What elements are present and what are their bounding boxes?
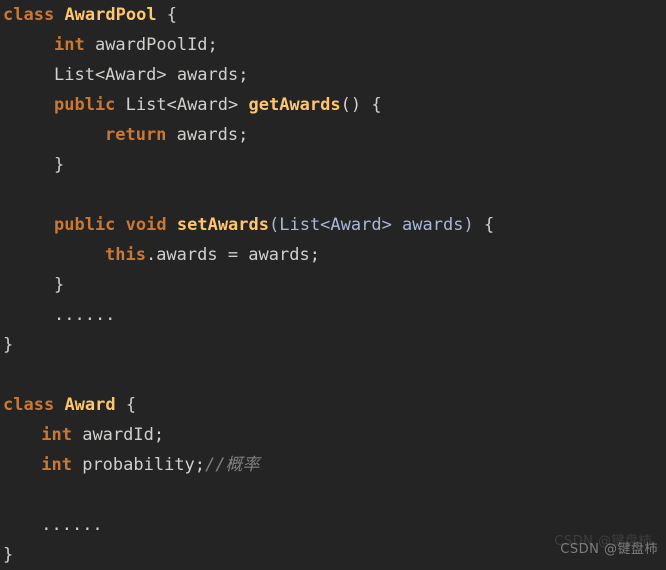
code-token-plain: }	[3, 335, 14, 355]
code-line[interactable]: return awards;	[0, 120, 666, 150]
code-token-plain: List<Award> awards;	[54, 65, 249, 85]
code-token-plain: {	[156, 5, 178, 25]
code-token-method: setAwards	[176, 215, 269, 235]
code-token-dots: ......	[54, 305, 116, 325]
code-token-keyword: public	[54, 95, 116, 115]
code-token-method: getAwards	[248, 95, 341, 115]
code-token-type: int	[41, 455, 72, 475]
code-token-keyword: return	[105, 125, 167, 145]
code-line[interactable]	[0, 360, 666, 390]
code-token-keyword: this	[105, 245, 146, 265]
code-token-keyword: void	[125, 215, 167, 235]
code-token-plain: {	[473, 215, 495, 235]
code-line[interactable]: class AwardPool {	[0, 0, 666, 30]
code-token-plain: () {	[340, 95, 382, 115]
code-token-plain: }	[54, 155, 65, 175]
code-editor-surface[interactable]: class AwardPool {int awardPoolId; List<Aw…	[0, 0, 666, 565]
code-token-plain: awards;	[166, 125, 249, 145]
code-token-dots: ......	[41, 515, 103, 535]
code-line[interactable]: }	[0, 330, 666, 360]
code-token-plain: }	[54, 275, 65, 295]
code-line[interactable]: public void setAwards(List<Award> awards…	[0, 210, 666, 240]
code-line[interactable]: int awardPoolId;	[0, 30, 666, 60]
code-token-plain: awardPoolId;	[84, 35, 218, 55]
code-token-plain: probability;	[71, 455, 206, 475]
code-line[interactable]	[0, 480, 666, 510]
code-line[interactable]: ......	[0, 510, 666, 540]
code-line[interactable]: List<Award> awards;	[0, 60, 666, 90]
code-line[interactable]: }	[0, 270, 666, 300]
code-line[interactable]: }	[0, 540, 666, 570]
code-token-plain: awardId;	[71, 425, 165, 445]
code-token-plain: .awards = awards;	[145, 245, 320, 265]
code-token-type: int	[41, 425, 72, 445]
code-line[interactable]: int awardId;	[0, 420, 666, 450]
code-token-keyword: class	[3, 395, 55, 415]
code-token-plain: List<Award>	[115, 95, 249, 115]
code-token-plain: }	[3, 545, 14, 565]
code-line[interactable]: class Award {	[0, 390, 666, 420]
code-line[interactable]: public List<Award> getAwards() {	[0, 90, 666, 120]
code-token-keyword: public	[54, 215, 116, 235]
code-token-classname: AwardPool	[64, 5, 157, 25]
code-token-type: int	[54, 35, 85, 55]
code-line[interactable]: int probability;//概率	[0, 450, 666, 480]
code-block[interactable]: class AwardPool {int awardPoolId; List<Aw…	[0, 0, 666, 570]
code-line[interactable]	[0, 180, 666, 210]
code-token-comment: //概率	[205, 455, 260, 475]
code-token-keyword: class	[3, 5, 55, 25]
code-line[interactable]: }	[0, 150, 666, 180]
code-token-param: (List<Award> awards)	[269, 215, 474, 235]
code-token-classname: Award	[64, 395, 116, 415]
code-line[interactable]: ......	[0, 300, 666, 330]
code-token-plain: {	[115, 395, 137, 415]
code-line[interactable]: this.awards = awards;	[0, 240, 666, 270]
